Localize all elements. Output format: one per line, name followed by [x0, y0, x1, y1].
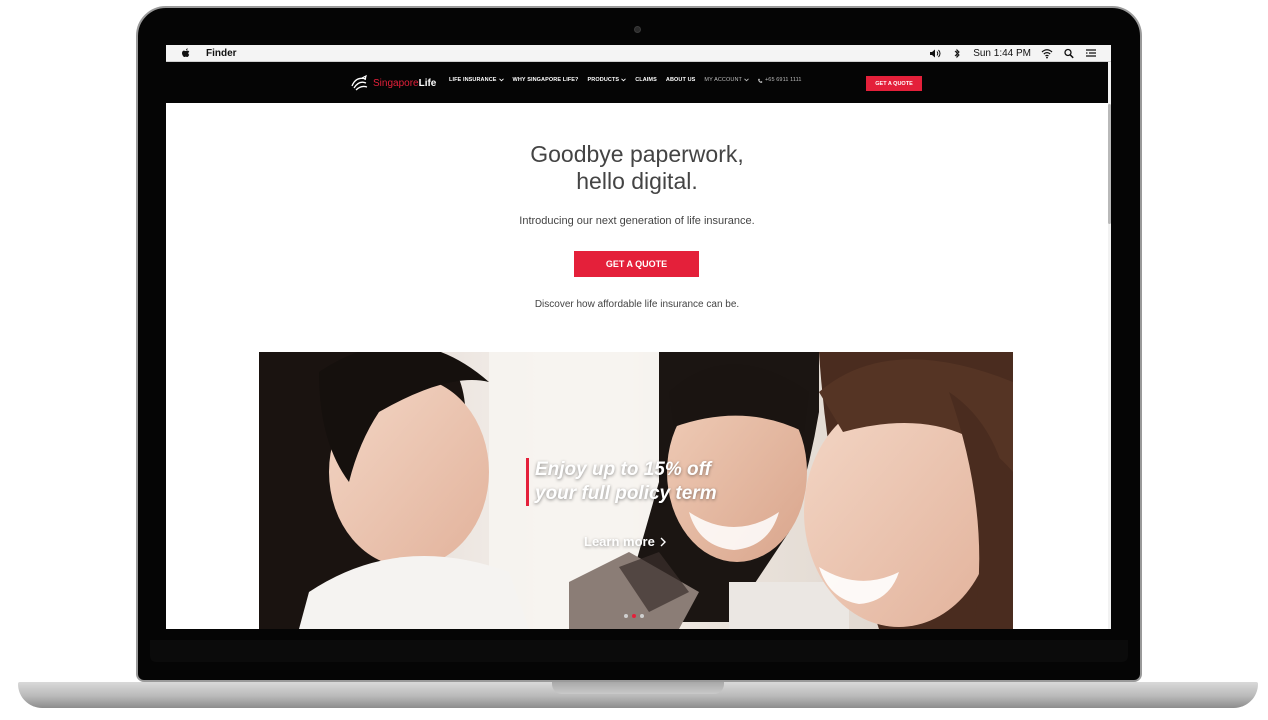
nav-get-a-quote-button[interactable]: GET A QUOTE [866, 76, 922, 91]
nav-item-my-account[interactable]: MY ACCOUNT [704, 77, 749, 83]
carousel-dot[interactable] [632, 614, 636, 618]
nav-item-label: CLAIMS [635, 77, 657, 83]
hero-get-a-quote-button[interactable]: GET A QUOTE [574, 251, 699, 277]
nav-item-label: ABOUT US [665, 77, 696, 83]
carousel-dots [624, 614, 644, 618]
nav-item-claims[interactable]: CLAIMS [635, 77, 657, 83]
finder-menu[interactable]: Finder [206, 48, 237, 59]
hero-subtitle: Introducing our next generation of life … [519, 215, 755, 227]
screen-bezel [150, 640, 1128, 662]
promo-line2: your full policy term [535, 483, 717, 504]
promo-banner[interactable]: Enjoy up to 15% off your full policy ter… [259, 352, 1013, 629]
menubar-clock[interactable]: Sun 1:44 PM [973, 48, 1031, 59]
bluetooth-icon[interactable] [951, 48, 963, 59]
nav-menu: LIFE INSURANCE WHY SINGAPORE LIFE? PRODUCT… [449, 77, 802, 83]
learn-more-label: Learn more [584, 534, 655, 549]
singapore-life-logo[interactable]: SingaporeLife [350, 73, 436, 93]
promo-headline: Enjoy up to 15% off your full policy ter… [526, 458, 717, 506]
menubar-status: Sun 1:44 PM [929, 48, 1097, 59]
promo-line1: Enjoy up to 15% off [535, 459, 711, 480]
nav-item-label: +65 6911 1111 [765, 77, 802, 83]
nav-item-label: LIFE INSURANCE [449, 77, 497, 83]
hero-title: Goodbye paperwork, hello digital. [166, 141, 1108, 195]
nav-item-life-insurance[interactable]: LIFE INSURANCE [449, 77, 504, 83]
hero-title-line2: hello digital. [576, 168, 698, 194]
screen: Finder Sun 1:44 PM SingaporeLife LIFE IN… [166, 45, 1111, 629]
hero-title-line1: Goodbye paperwork, [530, 141, 744, 167]
mac-menubar: Finder Sun 1:44 PM [166, 45, 1111, 62]
chevron-right-icon [660, 537, 666, 546]
volume-icon[interactable] [929, 48, 941, 59]
hero-note: Discover how affordable life insurance c… [534, 299, 740, 310]
carousel-dot[interactable] [640, 614, 644, 618]
logo-mark-icon [351, 74, 368, 91]
laptop-notch [552, 682, 724, 694]
carousel-dot[interactable] [624, 614, 628, 618]
apple-icon[interactable] [180, 47, 192, 59]
learn-more-link[interactable]: Learn more [584, 534, 667, 549]
nav-item-about-us[interactable]: ABOUT US [666, 77, 696, 83]
wifi-icon[interactable] [1041, 48, 1053, 59]
chevron-down-icon [621, 78, 627, 82]
nav-item-why-singapore-life[interactable]: WHY SINGAPORE LIFE? [513, 77, 579, 83]
nav-item-65-6911-1111[interactable]: +65 6911 1111 [758, 77, 802, 83]
site-navbar: SingaporeLife LIFE INSURANCE WHY SINGAPOR… [166, 62, 1108, 103]
phone-icon [758, 78, 763, 83]
list-icon[interactable] [1085, 48, 1097, 59]
nav-item-label: WHY SINGAPORE LIFE? [512, 77, 579, 83]
scrollbar-thumb[interactable] [1108, 104, 1111, 224]
nav-item-label: PRODUCTS [587, 77, 620, 83]
chevron-down-icon [744, 78, 749, 82]
search-icon[interactable] [1063, 48, 1075, 59]
nav-item-label: MY ACCOUNT [704, 77, 742, 83]
chevron-down-icon [498, 78, 504, 82]
nav-item-products[interactable]: PRODUCTS [588, 77, 627, 83]
logo-text: SingaporeLife [373, 77, 437, 89]
camera-icon [634, 26, 641, 33]
